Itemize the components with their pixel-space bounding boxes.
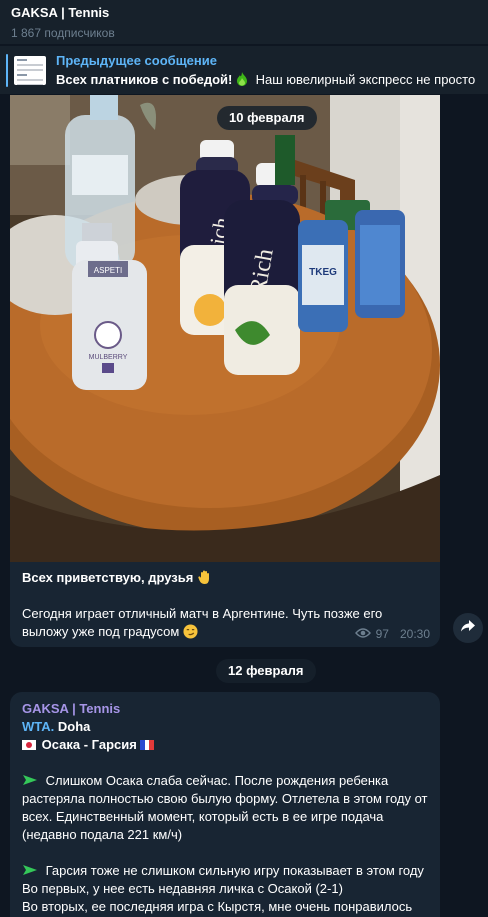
analysis-paragraph-3: Во вторых, ее последняя игра с Кырстя, м… <box>22 899 413 914</box>
message-feed[interactable]: ASPETI MULBERRY Rich Rich TKEG Всех прив… <box>0 95 488 917</box>
analysis-paragraph-1: Слишком Осака слаба сейчас. После рожден… <box>22 773 428 842</box>
can-label: TKEG <box>309 267 337 278</box>
france-flag-icon <box>140 740 155 750</box>
pinned-label: Предыдущее сообщение <box>56 53 217 68</box>
message-author[interactable]: GAKSA | Tennis <box>22 700 428 718</box>
message-time: 20:30 <box>399 627 430 641</box>
subscriber-count: 1 867 подписчиков <box>11 26 115 40</box>
pinned-text-bold: Всех платников с победой! <box>56 72 233 87</box>
message-meta: 97 20:30 <box>354 627 430 641</box>
message-body: Сегодня играет отличный матч в Аргентине… <box>22 606 383 639</box>
eye-icon <box>354 627 371 641</box>
share-button[interactable] <box>453 613 483 643</box>
date-divider: 10 февраля <box>217 106 317 130</box>
japan-flag-icon <box>22 740 36 750</box>
date-divider: 12 февраля <box>216 659 316 683</box>
wave-hand-icon <box>197 570 213 585</box>
match-title: Осака - Гарсия <box>41 737 137 752</box>
bottle-label-name: MULBERRY <box>89 354 128 361</box>
message-bubble[interactable]: GAKSA | Tennis WTA. Doha Осака - Гарсия … <box>10 692 440 917</box>
message-photo[interactable]: ASPETI MULBERRY Rich Rich TKEG <box>10 95 440 562</box>
hashtag-link[interactable]: WTA. <box>22 719 54 734</box>
message-bubble[interactable]: ASPETI MULBERRY Rich Rich TKEG Всех прив… <box>10 95 440 647</box>
view-count: 97 <box>375 627 389 641</box>
message-greeting: Всех приветствую, друзья <box>22 570 194 585</box>
pinned-indicator <box>6 54 8 87</box>
pinned-message-bar[interactable]: Предыдущее сообщение Всех платников с по… <box>0 45 488 94</box>
bottle-label-brand: ASPETI <box>94 266 122 275</box>
smirk-emoji-icon <box>183 624 198 639</box>
channel-title: GAKSA | Tennis <box>11 5 110 20</box>
share-arrow-icon <box>460 619 476 638</box>
pinned-text-rest: Наш ювелирный экспресс не просто <box>255 72 476 87</box>
green-arrow-icon <box>22 773 46 788</box>
channel-header[interactable]: GAKSA | Tennis 1 867 подписчиков <box>0 0 488 44</box>
pinned-thumbnail <box>14 56 46 85</box>
green-arrow-icon <box>22 863 46 878</box>
analysis-paragraph-2: Гарсия тоже не слишком сильную игру пока… <box>22 863 424 896</box>
pinned-text: Всех платников с победой! Наш ювелирный … <box>56 72 486 87</box>
fire-icon <box>236 72 252 87</box>
tournament-name: Doha <box>57 719 91 734</box>
